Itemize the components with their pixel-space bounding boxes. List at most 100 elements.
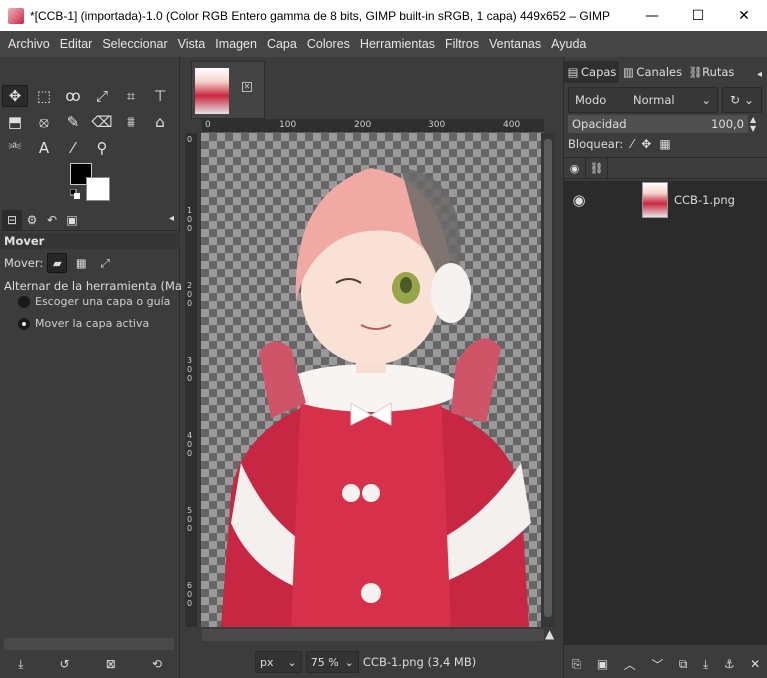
tool-options-scrollbar[interactable] bbox=[4, 638, 174, 650]
visibility-column-icon[interactable]: ◉ bbox=[564, 157, 586, 179]
composite-mode-button[interactable]: ↻ ⌄ bbox=[722, 87, 762, 113]
lock-alpha-icon[interactable]: ▦ bbox=[659, 137, 670, 151]
delete-layer-icon[interactable]: ✕ bbox=[750, 657, 760, 671]
navigate-icon[interactable]: ▲ bbox=[545, 627, 554, 641]
delete-options-icon[interactable]: ⊠ bbox=[106, 657, 116, 671]
lock-pixels-icon[interactable]: ⁄ bbox=[631, 137, 633, 151]
eye-icon[interactable]: ◉ bbox=[564, 191, 594, 209]
radio-move-active-layer[interactable]: Mover la capa activa bbox=[18, 317, 149, 330]
menu-colores[interactable]: Colores bbox=[303, 37, 354, 51]
new-layer-icon[interactable]: ⎘ bbox=[572, 657, 582, 672]
move-selection-icon[interactable]: ▦ bbox=[71, 253, 91, 273]
mode-select[interactable]: Modo Normal ⌄ bbox=[568, 87, 718, 113]
merge-down-icon[interactable]: ⤓ bbox=[703, 657, 708, 672]
layer-artwork bbox=[221, 168, 531, 627]
horizontal-scrollbar[interactable] bbox=[202, 629, 544, 641]
chevron-down-icon: ⌄ bbox=[344, 655, 354, 669]
duplicate-layer-icon[interactable]: ⧉ bbox=[679, 657, 688, 672]
tool-options-tab-icon[interactable]: ⊟ bbox=[2, 209, 22, 230]
image-tab[interactable]: ✕ bbox=[191, 61, 265, 119]
menu-editar[interactable]: Editar bbox=[56, 37, 97, 51]
restore-options-icon[interactable]: ↺ bbox=[60, 657, 70, 671]
close-button[interactable]: ✕ bbox=[721, 0, 767, 31]
channels-icon: ▥ bbox=[622, 65, 634, 79]
radio-dot[interactable] bbox=[18, 295, 30, 308]
menu-filtros[interactable]: Filtros bbox=[441, 37, 483, 51]
menu-capa[interactable]: Capa bbox=[263, 37, 301, 51]
tab-canales[interactable]: ▥ Canales bbox=[619, 61, 685, 83]
image-tab-close-icon[interactable]: ✕ bbox=[242, 82, 252, 92]
paintbrush-tool-icon[interactable]: ✎ bbox=[60, 111, 86, 133]
eraser-tool-icon[interactable]: ⌫ bbox=[89, 111, 115, 133]
link-column-icon[interactable]: ⛓ bbox=[586, 157, 608, 179]
horizontal-ruler[interactable]: 0 100 200 300 400 bbox=[202, 119, 544, 133]
minimize-button[interactable]: — bbox=[629, 0, 675, 31]
tab-rutas[interactable]: ⛓ Rutas bbox=[685, 61, 737, 83]
anchor-layer-icon[interactable]: ⚓ bbox=[724, 657, 735, 671]
title-bar: *[CCB-1] (importada)-1.0 (Color RGB Ente… bbox=[0, 0, 767, 31]
raise-layer-icon[interactable]: ︿ bbox=[624, 656, 636, 673]
images-tab-icon[interactable]: ▣ bbox=[62, 210, 82, 230]
move-tool-icon[interactable]: ✥ bbox=[2, 85, 28, 107]
layers-list-header: ◉ ⛓ bbox=[564, 157, 767, 179]
save-options-icon[interactable]: ⤓ bbox=[18, 657, 23, 672]
layer-row[interactable]: ◉ CCB-1.png bbox=[564, 181, 767, 219]
menu-vista[interactable]: Vista bbox=[174, 37, 210, 51]
zoom-select[interactable]: 75 % ⌄ bbox=[305, 651, 359, 673]
menu-ayuda[interactable]: Ayuda bbox=[547, 37, 590, 51]
vertical-ruler[interactable]: 0 1 0 0 2 0 0 3 0 0 4 0 0 5 0 0 6 0 0 bbox=[185, 133, 197, 627]
opacity-spinner-icon[interactable]: ▲ ▼ bbox=[750, 115, 756, 133]
bucket-fill-tool-icon[interactable]: ⦻ bbox=[31, 111, 57, 133]
v-ruler-label: 4 0 0 bbox=[187, 431, 193, 458]
layer-mode-row: Modo Normal ⌄ ↻ ⌄ bbox=[568, 85, 764, 115]
menu-herramientas[interactable]: Herramientas bbox=[356, 37, 439, 51]
layers-dock-tabs: ▤ Capas ▥ Canales ⛓ Rutas ◂ bbox=[564, 61, 767, 83]
smudge-tool-icon[interactable]: ⌂ bbox=[147, 111, 173, 133]
opacity-label: Opacidad bbox=[572, 117, 627, 131]
dock-menu-icon[interactable]: ◂ bbox=[757, 69, 762, 80]
device-status-tab-icon[interactable]: ⚙ bbox=[22, 210, 42, 230]
maximize-button[interactable]: ☐ bbox=[675, 0, 721, 31]
lock-position-icon[interactable]: ✥ bbox=[641, 137, 651, 151]
tool-options-tabs: ⊟ ⚙ ↶ ▣ ◂ bbox=[0, 209, 180, 231]
radio-dot-selected[interactable] bbox=[18, 317, 30, 330]
menu-imagen[interactable]: Imagen bbox=[211, 37, 261, 51]
lasso-tool-icon[interactable]: ꝏ bbox=[60, 85, 86, 107]
unit-select[interactable]: px ⌄ bbox=[255, 651, 302, 673]
undo-history-tab-icon[interactable]: ↶ bbox=[42, 210, 62, 230]
menu-ventanas[interactable]: Ventanas bbox=[485, 37, 545, 51]
unified-transform-tool-icon[interactable]: ⊤ bbox=[147, 85, 173, 107]
dock-menu-icon[interactable]: ◂ bbox=[169, 213, 174, 224]
reset-mode-icon: ↻ bbox=[729, 93, 740, 107]
move-type-label: Mover: bbox=[4, 256, 44, 270]
menu-seleccionar[interactable]: Seleccionar bbox=[98, 37, 171, 51]
zoom-tool-icon[interactable]: ⚲ bbox=[89, 137, 115, 159]
move-layer-icon[interactable]: ▰ bbox=[47, 253, 68, 273]
move-path-icon[interactable]: ⤢ bbox=[95, 253, 115, 273]
crop-tool-icon[interactable]: ⌗ bbox=[118, 85, 144, 107]
paths-tool-icon[interactable]: ⎃ bbox=[2, 137, 28, 159]
rect-select-tool-icon[interactable]: ⬚ bbox=[31, 85, 57, 107]
menu-archivo[interactable]: Archivo bbox=[4, 37, 54, 51]
layers-actions: ⎘ ▣ ︿ ﹀ ⧉ ⤓ ⚓ ✕ bbox=[564, 650, 767, 678]
warp-tool-icon[interactable]: ⬒ bbox=[2, 111, 28, 133]
layers-dock: ▤ Capas ▥ Canales ⛓ Rutas ◂ Modo Normal … bbox=[563, 57, 767, 678]
default-colors-icon[interactable] bbox=[70, 189, 80, 199]
paths-icon: ⛓ bbox=[688, 65, 703, 79]
layers-list-empty-area bbox=[564, 219, 767, 645]
background-color-swatch[interactable] bbox=[86, 177, 110, 201]
vertical-scrollbar-thumb[interactable] bbox=[544, 139, 552, 617]
text-tool-icon[interactable]: A bbox=[31, 137, 57, 159]
reset-options-icon[interactable]: ⟲ bbox=[152, 657, 162, 671]
move-type-row: Mover: ▰ ▦ ⤢ bbox=[4, 253, 115, 273]
tab-capas[interactable]: ▤ Capas bbox=[564, 61, 620, 83]
fuzzy-select-tool-icon[interactable]: ⤢ bbox=[89, 85, 115, 107]
clone-tool-icon[interactable]: ⩩ bbox=[118, 111, 144, 133]
lower-layer-icon[interactable]: ﹀ bbox=[651, 656, 663, 673]
vertical-scrollbar[interactable] bbox=[541, 133, 555, 627]
canvas-viewport[interactable] bbox=[201, 133, 543, 627]
opacity-slider[interactable]: Opacidad 100,0 bbox=[568, 115, 748, 133]
radio-pick-layer[interactable]: Escoger una capa o guía bbox=[18, 295, 170, 308]
color-picker-tool-icon[interactable]: ⁄ bbox=[60, 137, 86, 159]
new-layer-group-icon[interactable]: ▣ bbox=[597, 657, 608, 671]
